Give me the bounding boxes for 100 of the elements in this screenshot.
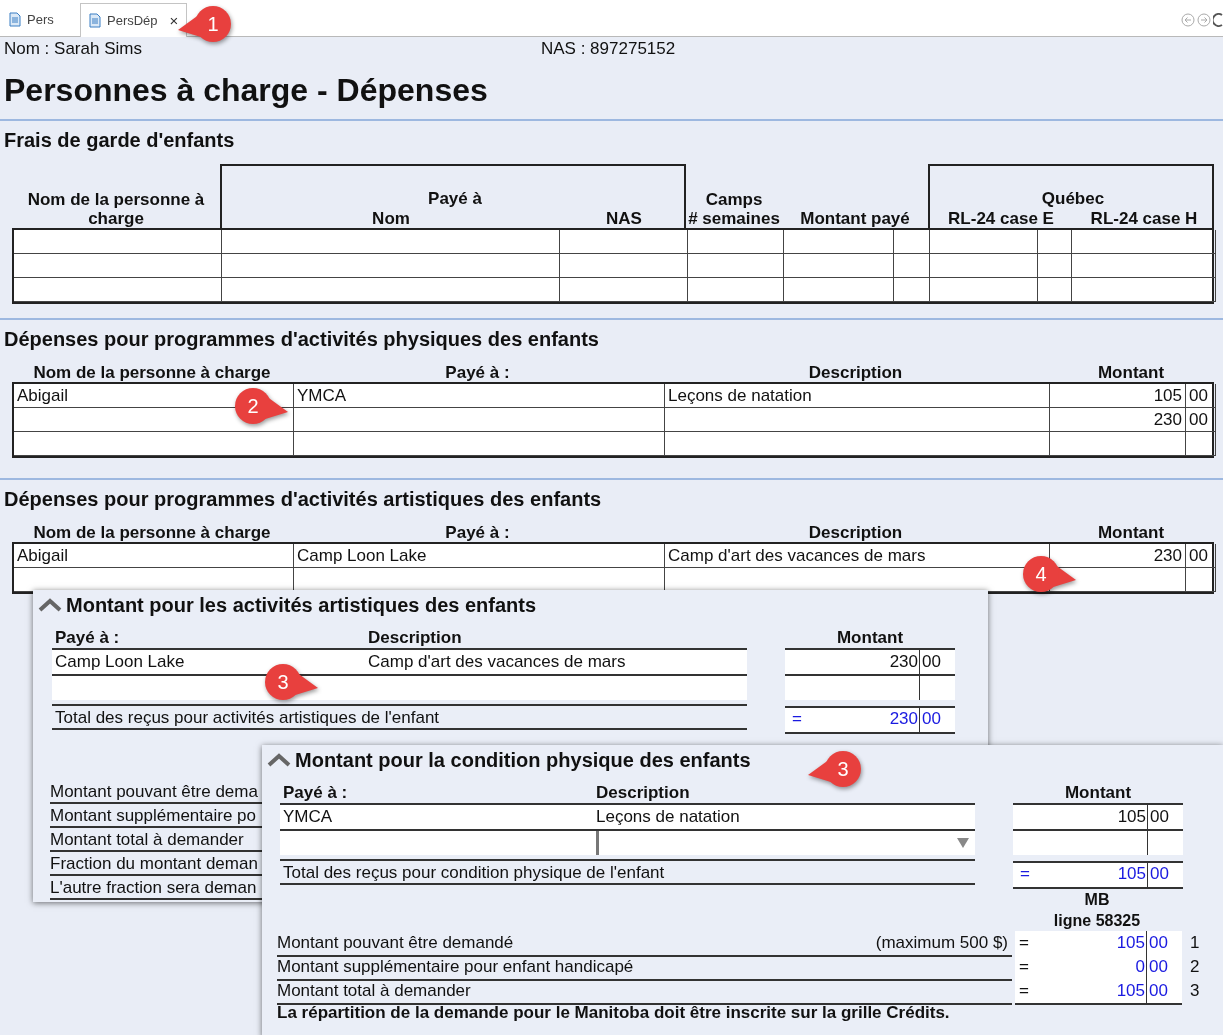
document-icon	[89, 13, 101, 28]
column-header: Description	[807, 363, 904, 382]
column-header: Nom de la personne à charge	[32, 523, 272, 542]
column-header: Camps # semaines	[687, 190, 781, 228]
table-cell[interactable]	[784, 230, 894, 254]
column-header: Montant	[1063, 783, 1133, 803]
tab[interactable]: PersDép ×	[80, 3, 188, 37]
table-cell[interactable]	[930, 230, 1038, 254]
table-cell[interactable]	[1038, 278, 1072, 302]
total-field: = 230 00	[785, 706, 955, 734]
table-cell[interactable]	[784, 278, 894, 302]
column-header: Payé à :	[283, 783, 349, 803]
input-row[interactable]: Camp Loon Lake Camp d'art des vacances de mars	[52, 648, 747, 674]
column-header: Description	[807, 523, 904, 542]
column-group-header: Payé à	[427, 189, 483, 209]
section-heading: Frais de garde d'enfants	[4, 128, 236, 152]
refresh-icon[interactable]	[1213, 13, 1223, 27]
table-cell: 230	[1050, 408, 1186, 432]
table-cell[interactable]	[560, 230, 688, 254]
table-cell: 105	[1050, 384, 1186, 408]
payee-text: YMCA	[283, 806, 334, 828]
table-cell[interactable]	[222, 278, 560, 302]
table-cell[interactable]	[222, 230, 560, 254]
section-heading: Dépenses pour programmes d'activités artistiques des enfants	[4, 487, 603, 511]
table-cell[interactable]	[894, 278, 930, 302]
table-cell[interactable]	[1072, 278, 1216, 302]
total-label: Total des reçus pour activités artistiques de l'enfant	[52, 706, 747, 730]
column-header: Montant	[1096, 363, 1166, 382]
column-header: Payé à :	[55, 628, 121, 648]
client-name: Nom : Sarah Sims	[4, 39, 143, 59]
table-cell[interactable]	[14, 278, 222, 302]
column-header: Payé à :	[444, 523, 511, 542]
column-header: RL-24 case H	[1089, 209, 1199, 228]
table-cell[interactable]	[14, 230, 222, 254]
column-header: Nom de la personne à charge	[32, 363, 272, 382]
table-cell[interactable]	[1072, 230, 1216, 254]
table-cell: Leçons de natation	[665, 384, 1050, 408]
table-cell: YMCA	[294, 384, 665, 408]
amount-field: = 0 00	[1015, 955, 1182, 981]
table-cell[interactable]	[930, 254, 1038, 278]
column-header: Montant payé	[799, 209, 911, 228]
line-label: Montant pouvant être demandé (maximum 500 $)	[277, 931, 1012, 957]
input-row[interactable]: YMCA Leçons de natation	[280, 803, 975, 829]
panel-title: Montant pour la condition physique des enfants	[295, 748, 751, 773]
table-cell[interactable]	[222, 254, 560, 278]
input-row[interactable]	[52, 674, 747, 700]
table-cell[interactable]	[784, 254, 894, 278]
line-number: 2	[1189, 956, 1201, 978]
table-cell[interactable]	[894, 254, 930, 278]
column-group-header: Québec	[1040, 189, 1106, 209]
column-header: NAS	[605, 209, 643, 228]
line-reference: ligne 58325	[1052, 911, 1142, 931]
table-cell[interactable]	[894, 230, 930, 254]
table-cell[interactable]	[688, 254, 784, 278]
amount-field[interactable]	[785, 674, 955, 700]
description-text: Camp d'art des vacances de mars	[368, 651, 627, 673]
line-label: Montant total à demander	[277, 979, 1012, 1005]
table-cell: Camp Loon Lake	[294, 544, 665, 568]
collapse-icon[interactable]	[267, 753, 291, 767]
table-cell: 00	[1186, 384, 1216, 408]
table-cell	[1186, 432, 1216, 456]
line-label: Montant supplémentaire pour enfant handicapé	[277, 955, 1012, 981]
table-cell[interactable]	[688, 230, 784, 254]
table-cell[interactable]	[1038, 230, 1072, 254]
column-header: Nom	[371, 209, 411, 228]
amount-field[interactable]: 105 00	[1013, 803, 1183, 829]
amount-field[interactable]: 230 00	[785, 648, 955, 674]
document-icon	[9, 12, 21, 27]
column-header: Payé à :	[444, 363, 511, 382]
column-header: Montant	[835, 628, 905, 648]
line-number: 1	[1189, 932, 1201, 954]
client-sin: NAS : 897275152	[541, 39, 677, 59]
line-number: 3	[1189, 980, 1201, 1002]
description-text: Leçons de natation	[596, 806, 741, 828]
column-header: Montant	[1096, 523, 1166, 542]
column-header: Description	[368, 628, 463, 648]
amount-field: = 105 00	[1015, 931, 1182, 957]
table-cell[interactable]	[688, 278, 784, 302]
table-cell: 00	[1186, 544, 1216, 568]
table-cell[interactable]	[14, 254, 222, 278]
panel-title: Montant pour les activités artistiques des enfants	[66, 593, 537, 618]
table-cell[interactable]	[560, 254, 688, 278]
amount-field[interactable]	[1013, 829, 1183, 855]
table-cell[interactable]	[1072, 254, 1216, 278]
province-label: MB	[1083, 890, 1111, 910]
column-header: RL-24 case E	[947, 209, 1055, 228]
collapse-icon[interactable]	[38, 598, 62, 612]
table-cell[interactable]	[560, 278, 688, 302]
table-cell	[1186, 568, 1216, 592]
column-header: Nom de la personne à charge	[26, 190, 206, 228]
column-header: Description	[596, 783, 691, 803]
table-cell[interactable]	[1038, 254, 1072, 278]
payee-text: Camp Loon Lake	[55, 651, 186, 673]
table-cell[interactable]	[930, 278, 1038, 302]
total-label: Total des reçus pour condition physique de l'enfant	[280, 861, 975, 885]
footer-note: La répartition de la demande pour le Manitoba doit être inscrite sur la grille Crédits.	[277, 1003, 951, 1023]
section-heading: Dépenses pour programmes d'activités physiques des enfants	[4, 327, 600, 351]
close-button[interactable]: ×	[169, 12, 179, 29]
table-cell: 00	[1186, 408, 1216, 432]
input-row[interactable]	[280, 829, 975, 855]
